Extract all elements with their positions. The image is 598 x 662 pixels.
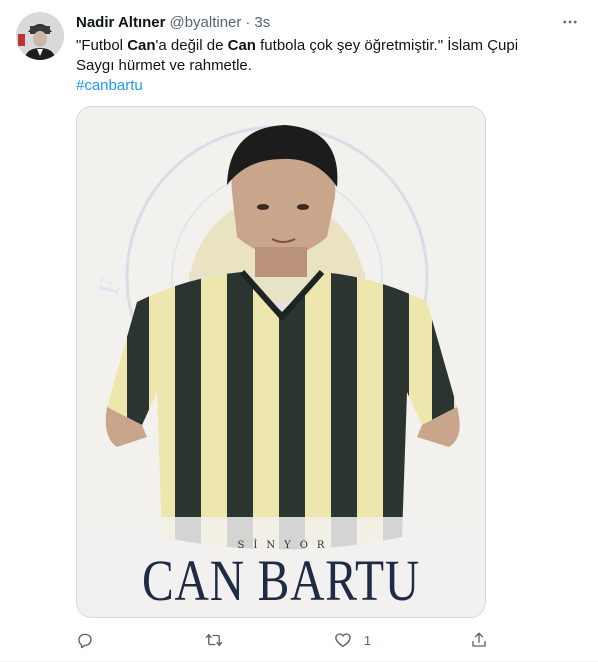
tweet-text-bold: Can <box>227 37 256 54</box>
tweet-text-line-2: Saygı hürmet ve rahmetle. <box>76 57 252 74</box>
timestamp[interactable]: 3s <box>254 14 270 31</box>
tweet-text-part: "Futbol <box>76 37 128 54</box>
tweet[interactable]: Nadir Altıner @byaltiner · 3s "Futbol Ca… <box>0 0 598 662</box>
retweet-button[interactable] <box>205 631 235 649</box>
action-bar: 1 <box>76 628 500 652</box>
poster-title: CAN BARTU <box>141 548 421 613</box>
heart-icon <box>335 633 351 648</box>
hashtag-link[interactable]: #canbartu <box>76 76 584 96</box>
author-handle[interactable]: @byaltiner <box>169 14 241 31</box>
avatar[interactable] <box>16 12 64 60</box>
tweet-text-bold: Can <box>127 37 156 54</box>
more-horizontal-icon[interactable] <box>558 10 582 34</box>
avatar-portrait <box>16 12 64 60</box>
like-button[interactable]: 1 <box>334 631 371 649</box>
tweet-text-part: futbola çok şey öğretmiştir." İslam Çupi <box>255 37 519 54</box>
tweet-image[interactable]: F SİNYOR CAN BARTU <box>76 106 486 618</box>
tweet-text: "Futbol Can'a değil de Can futbola çok ş… <box>76 36 584 96</box>
reply-icon <box>78 633 92 649</box>
reply-button[interactable] <box>76 631 106 649</box>
retweet-icon <box>205 634 223 646</box>
separator-dot: · <box>245 13 251 31</box>
tweet-header: Nadir Altıner @byaltiner · 3s <box>76 12 582 32</box>
share-icon <box>472 632 486 647</box>
share-button[interactable] <box>470 631 500 649</box>
author-name[interactable]: Nadir Altıner <box>76 14 165 31</box>
tweet-text-part: 'a değil de <box>155 37 228 54</box>
like-count: 1 <box>363 632 372 648</box>
